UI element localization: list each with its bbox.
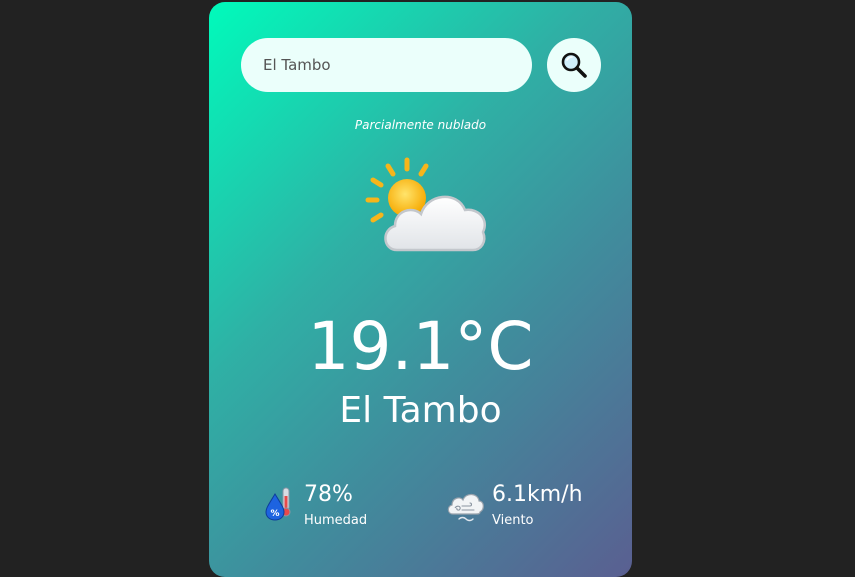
svg-text:%: % [270,509,279,519]
wind-value: 6.1km/h [492,482,583,507]
partly-cloudy-icon [351,154,491,264]
wind-stat: 6.1km/h Viento [445,480,615,536]
weather-condition: Parcialmente nublado [354,118,487,132]
humidity-label: Humedad [304,513,368,528]
search-bar [241,38,601,92]
search-button[interactable] [547,38,601,92]
humidity-value: 78% [304,482,353,507]
city-name: El Tambo [339,390,502,431]
wind-icon [447,493,484,522]
humidity-stat: % 78% Humedad [263,480,423,536]
wind-label: Viento [492,513,534,528]
weather-card: Parcialmente nublado [209,2,632,577]
humidity-icon: % [265,487,291,521]
temperature-value: 19.1°C [307,308,534,385]
search-input[interactable] [241,38,532,92]
search-icon [561,52,587,78]
